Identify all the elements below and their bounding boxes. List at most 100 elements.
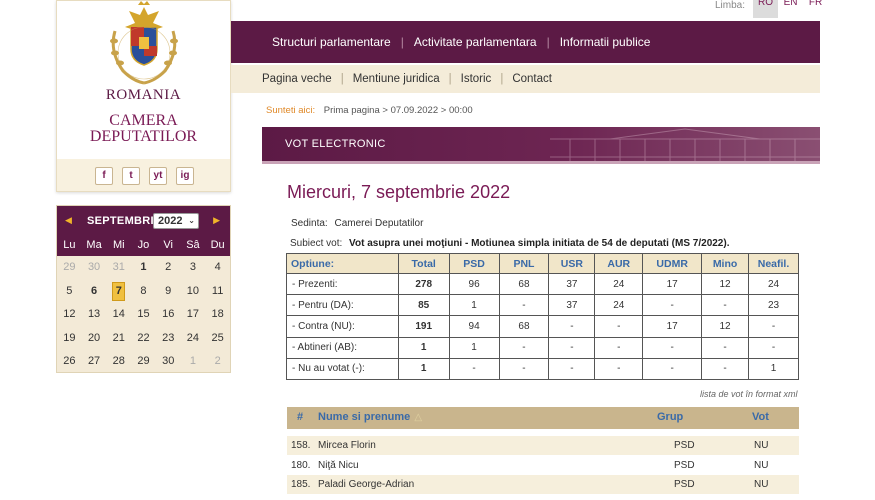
breadcrumb-path[interactable]: Prima pagina > 07.09.2022 > 00:00 xyxy=(324,105,473,116)
table-cell: - xyxy=(498,357,550,380)
sort-icon[interactable]: △ xyxy=(414,412,422,423)
deputy-number: 180. xyxy=(291,460,311,471)
calendar-day[interactable]: 28 xyxy=(106,350,131,374)
table-cell: - xyxy=(498,294,550,317)
deputy-name[interactable]: Mircea Florin xyxy=(318,440,376,451)
calendar-day[interactable]: 30 xyxy=(82,256,107,280)
col-header: Total xyxy=(397,253,450,274)
calendar-day[interactable]: 1 xyxy=(131,256,156,280)
subnav-contact[interactable]: Contact xyxy=(512,73,552,85)
subnav-istoric[interactable]: Istoric xyxy=(461,73,492,85)
lang-ro[interactable]: RO xyxy=(753,0,779,18)
weekday: Vi xyxy=(163,239,173,251)
nav-structuri[interactable]: Structuri parlamentare xyxy=(272,35,391,49)
institution-name[interactable]: CAMERA DEPUTATILOR xyxy=(57,113,230,145)
calendar-day[interactable]: 22 xyxy=(131,327,156,351)
calendar-day[interactable]: 20 xyxy=(82,327,107,351)
deputy-name[interactable]: Paladi George-Adrian xyxy=(318,479,414,490)
calendar-day[interactable]: 24 xyxy=(181,327,206,351)
nav-informatii[interactable]: Informatii publice xyxy=(560,35,651,49)
calendar-day[interactable]: 9 xyxy=(156,280,181,304)
youtube-icon[interactable]: yt xyxy=(149,167,167,185)
calendar-day[interactable]: 18 xyxy=(205,303,230,327)
deputy-list-header: # Nume si prenume △ Grup Vot xyxy=(287,407,799,429)
table-cell: - Prezenti: xyxy=(286,272,399,296)
calendar-day[interactable]: 4 xyxy=(205,256,230,280)
facebook-icon[interactable]: f xyxy=(95,167,113,185)
lang-fr[interactable]: FR xyxy=(803,0,828,18)
col-header-name-label: Nume si prenume xyxy=(318,411,411,423)
table-cell: 24 xyxy=(748,272,799,296)
calendar-day[interactable]: 3 xyxy=(181,256,206,280)
year-select[interactable]: 2022 ⌄ xyxy=(153,213,199,229)
calendar-day[interactable]: 26 xyxy=(57,350,82,374)
table-cell: - xyxy=(748,315,799,338)
twitter-icon[interactable]: t xyxy=(122,167,140,185)
calendar-day[interactable]: 25 xyxy=(205,327,230,351)
calendar-day[interactable]: 2 xyxy=(156,256,181,280)
calendar-day[interactable]: 29 xyxy=(131,350,156,374)
section-title: VOT ELECTRONIC xyxy=(285,138,386,150)
table-cell: - Nu au votat (-): xyxy=(286,357,399,380)
calendar-day[interactable]: 13 xyxy=(82,303,107,327)
table-cell: - xyxy=(594,315,644,338)
next-month-icon[interactable]: ▶ xyxy=(213,215,220,226)
calendar-day[interactable]: 5 xyxy=(57,280,82,304)
instagram-icon[interactable]: ig xyxy=(176,167,194,185)
table-cell: - Contra (NU): xyxy=(286,315,399,338)
calendar-day[interactable]: 30 xyxy=(156,350,181,374)
subnav-mentiune-juridica[interactable]: Mentiune juridica xyxy=(353,73,440,85)
calendar-day[interactable]: 8 xyxy=(131,280,156,304)
calendar-day[interactable]: 14 xyxy=(106,303,131,327)
sub-nav: Pagina veche | Mentiune juridica | Istor… xyxy=(231,65,820,93)
weekday: Mi xyxy=(112,239,125,251)
lang-en[interactable]: EN xyxy=(778,0,803,18)
col-header: PNL xyxy=(498,253,550,274)
deputy-group: PSD xyxy=(674,440,695,451)
social-links: f t yt ig xyxy=(95,167,194,185)
deputy-name[interactable]: Niţă Nicu xyxy=(318,460,359,471)
session-info: Sedinta: Camerei Deputatilor xyxy=(291,218,423,229)
calendar-day[interactable]: 16 xyxy=(156,303,181,327)
calendar-day[interactable]: 12 xyxy=(57,303,82,327)
col-header-name[interactable]: Nume si prenume △ xyxy=(318,411,422,423)
calendar-day[interactable]: 19 xyxy=(57,327,82,351)
subnav-pagina-veche[interactable]: Pagina veche xyxy=(262,73,332,85)
table-cell: 96 xyxy=(448,272,500,296)
table-cell: - xyxy=(642,294,703,317)
calendar-day[interactable]: 29 xyxy=(57,256,82,280)
col-header: Neafil. xyxy=(748,253,799,274)
subnav-separator: | xyxy=(340,73,344,85)
table-cell: - xyxy=(701,336,750,359)
calendar-day[interactable]: 10 xyxy=(181,280,206,304)
prev-month-icon[interactable]: ◀ xyxy=(65,215,72,226)
calendar-header: ◀ SEPTEMBRIE 2022 ⌄ ▶ xyxy=(57,206,230,236)
calendar-day[interactable]: 27 xyxy=(82,350,107,374)
list-item: 180. Niţă Nicu PSD NU xyxy=(287,456,799,475)
calendar-day[interactable]: 2 xyxy=(205,350,230,374)
nav-separator: | xyxy=(400,35,404,49)
coat-of-arms-icon[interactable] xyxy=(101,1,187,87)
table-cell: - xyxy=(642,336,703,359)
table-cell: 191 xyxy=(397,315,450,338)
subnav-separator: | xyxy=(500,73,504,85)
calendar-day[interactable]: 21 xyxy=(106,327,131,351)
crest-area: ROMANIA CAMERA DEPUTATILOR xyxy=(57,1,230,159)
calendar-day[interactable]: 6 xyxy=(82,280,107,304)
table-cell: - xyxy=(594,357,644,380)
calendar-day-selected[interactable]: 7 xyxy=(106,280,131,304)
calendar-widget: ◀ SEPTEMBRIE 2022 ⌄ ▶ Lu Ma Mi Jo Vi Sâ … xyxy=(56,205,231,373)
calendar-day[interactable]: 11 xyxy=(205,280,230,304)
calendar-day[interactable]: 1 xyxy=(181,350,206,374)
country-label: ROMANIA xyxy=(105,87,182,103)
nav-activitate[interactable]: Activitate parlamentara xyxy=(414,35,537,49)
calendar-day[interactable]: 17 xyxy=(181,303,206,327)
xml-list-link[interactable]: lista de vot în format xml xyxy=(700,389,798,399)
calendar-day[interactable]: 15 xyxy=(131,303,156,327)
calendar-day[interactable]: 31 xyxy=(106,256,131,280)
table-cell: - xyxy=(498,336,550,359)
nav-separator: | xyxy=(546,35,550,49)
table-cell: 23 xyxy=(748,294,799,317)
year-select-value: 2022 xyxy=(158,215,183,227)
calendar-day[interactable]: 23 xyxy=(156,327,181,351)
